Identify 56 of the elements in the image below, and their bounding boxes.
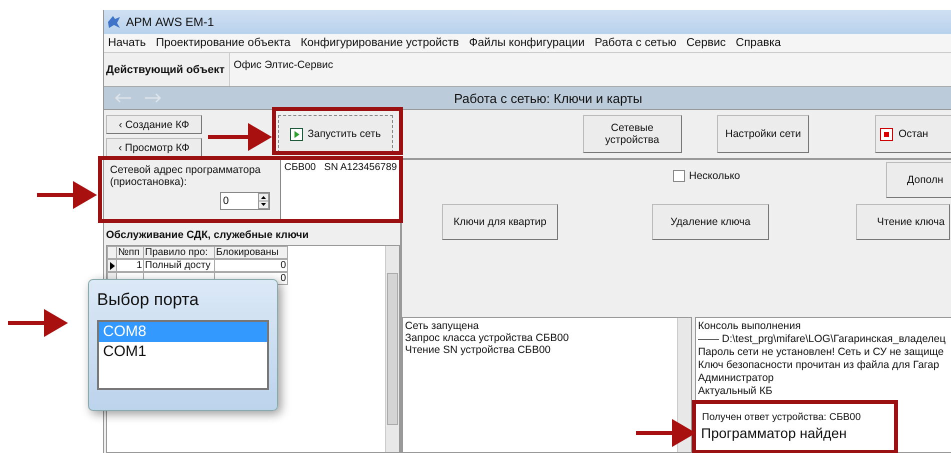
nav-button[interactable]: ‹ Просмотр КФ xyxy=(106,138,202,157)
console-line: —— D:\test_prg\mifare\LOG\Гагаринская_владелец xyxy=(698,333,947,346)
column-header[interactable]: Правило про: xyxy=(144,246,215,259)
nav-button[interactable]: ‹ Создание КФ xyxy=(106,115,202,134)
pointer-arrow xyxy=(208,122,272,152)
column-header[interactable]: №пп xyxy=(117,246,144,259)
active-object-field[interactable]: Офис Элтис-Сервис xyxy=(228,53,951,86)
table-cell: 1 xyxy=(117,259,144,272)
current-row-icon xyxy=(110,262,114,270)
key-button[interactable]: Ключи для квартир xyxy=(442,204,558,240)
app-icon xyxy=(106,14,122,30)
service-title: Обслуживание СДК, служебные ключи xyxy=(106,229,310,241)
console-line: Администратор xyxy=(698,372,775,385)
menu-item[interactable]: Проектирование объекта xyxy=(156,37,291,49)
console-line: Консоль выполнения xyxy=(698,320,802,333)
action-button[interactable]: Настройки сети xyxy=(716,115,810,153)
window-title: АРМ AWS EM-1 xyxy=(126,15,214,29)
checkbox-label: Несколько xyxy=(689,170,740,182)
key-button[interactable]: Чтение ключа xyxy=(856,204,950,240)
log-line: Запрос класса устройства СБВ00 xyxy=(405,332,570,344)
menu-item[interactable]: Файлы конфигурации xyxy=(469,37,585,49)
table-cell: 0 xyxy=(215,259,288,272)
menu-item[interactable]: Справка xyxy=(736,37,781,49)
pointer-arrow xyxy=(37,180,97,210)
key-button[interactable]: Удаление ключа xyxy=(652,204,769,240)
programmer-address-label: Сетевой адрес программатора (приостановка): xyxy=(110,164,262,188)
action-button[interactable]: Запустить сеть xyxy=(278,115,393,153)
console-line: Получен ответ устройства: СБВ00 xyxy=(701,412,862,423)
dialog-title: Выбор порта xyxy=(97,290,200,310)
stop-icon xyxy=(880,128,894,140)
action-button[interactable]: Сетевые устройства xyxy=(582,115,682,153)
log-line: Сеть запущена xyxy=(405,320,480,332)
address-spinner[interactable]: 0 xyxy=(220,192,270,210)
console-line: Ключ безопасности прочитан из файла для Гагар xyxy=(698,359,940,372)
table-cell: Полный досту xyxy=(144,259,215,272)
console-result: Программатор найден xyxy=(700,425,848,441)
pointer-arrow xyxy=(636,418,696,448)
log-line: Чтение SN устройства СБВ00 xyxy=(405,344,552,356)
active-object-label: Действующий объект xyxy=(106,64,225,76)
section-title: Работа с сетью: Ключи и карты xyxy=(454,90,642,106)
column-header[interactable]: Блокированы xyxy=(215,246,288,259)
more-button[interactable]: Дополн xyxy=(886,162,951,198)
menu-item[interactable]: Начать xyxy=(108,37,146,49)
spinner-arrows-icon[interactable] xyxy=(258,193,269,209)
scrollbar[interactable] xyxy=(385,246,399,452)
device-list: СБВ00 SN A123456789 xyxy=(280,160,400,222)
console-line: Пароль сети не установлен! Сеть и СУ не защище xyxy=(698,346,945,359)
port-item[interactable]: COM1 xyxy=(99,342,267,362)
menu-item[interactable]: Конфигурирование устройств xyxy=(300,37,460,49)
action-button[interactable]: Остан xyxy=(875,115,951,153)
menu-item[interactable]: Работа с сетью xyxy=(594,37,676,49)
pointer-arrow xyxy=(8,308,68,338)
menu-item[interactable]: Сервис xyxy=(686,37,726,49)
play-icon xyxy=(290,128,303,140)
checkbox[interactable] xyxy=(673,170,685,182)
console-line: Актуальный КБ xyxy=(698,385,774,398)
